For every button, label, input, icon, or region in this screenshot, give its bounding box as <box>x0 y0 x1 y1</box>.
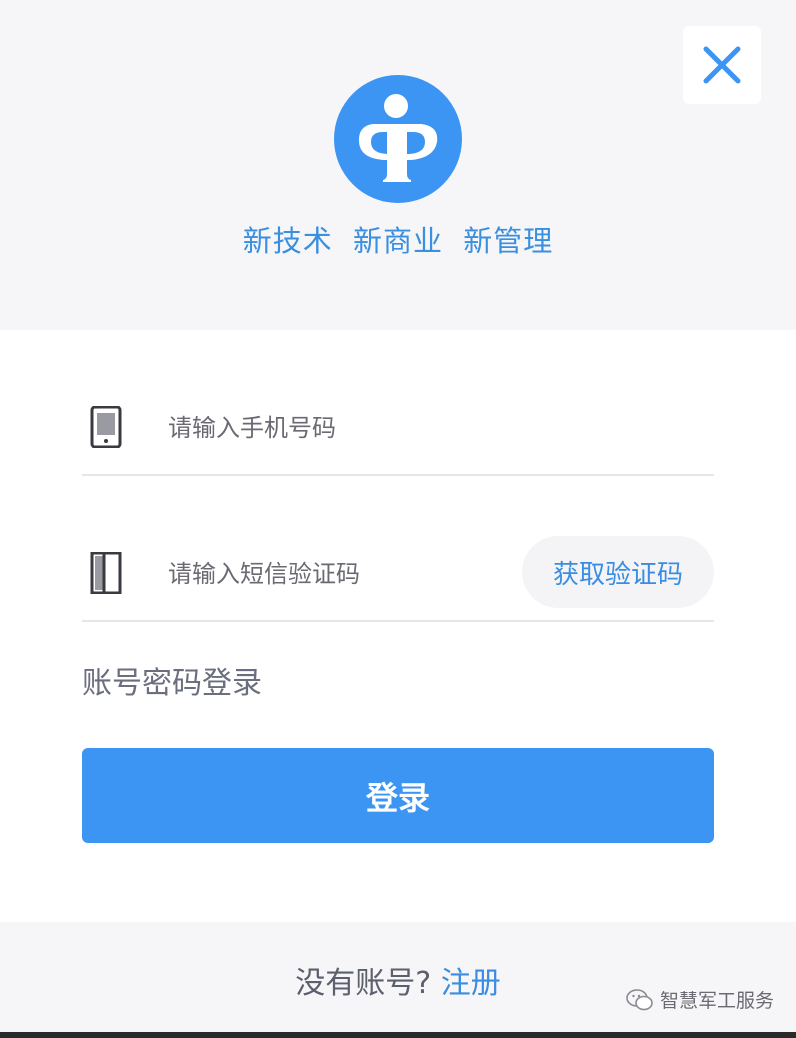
watermark-text: 智慧军工服务 <box>659 990 774 1012</box>
close-button[interactable] <box>683 26 761 104</box>
login-page: 新技术 新商业 新管理 获取验证码 账号密码登录 登录 没有账号? 注册 <box>0 0 796 1038</box>
password-login-link[interactable]: 账号密码登录 <box>82 658 262 702</box>
bottom-strip <box>0 1032 796 1038</box>
sms-code-field: 获取验证码 <box>82 528 714 622</box>
wechat-icon <box>626 988 653 1010</box>
sms-code-input[interactable] <box>166 550 510 598</box>
watermark: 智慧军工服务 <box>626 986 774 1013</box>
slogan: 新技术 新商业 新管理 <box>242 224 554 258</box>
sms-code-icon <box>90 552 122 594</box>
brand-logo <box>334 75 462 203</box>
phone-input[interactable] <box>166 404 510 452</box>
register-link[interactable]: 注册 <box>441 966 501 1001</box>
login-button[interactable]: 登录 <box>82 748 714 843</box>
header: 新技术 新商业 新管理 <box>0 0 796 330</box>
register-prompt: 没有账号? <box>295 966 432 1001</box>
close-icon[interactable] <box>702 45 742 85</box>
phone-field <box>82 382 714 476</box>
footer: 没有账号? 注册 智慧军工服务 <box>0 922 796 1038</box>
get-code-button[interactable]: 获取验证码 <box>522 536 714 608</box>
phone-icon <box>90 406 122 448</box>
